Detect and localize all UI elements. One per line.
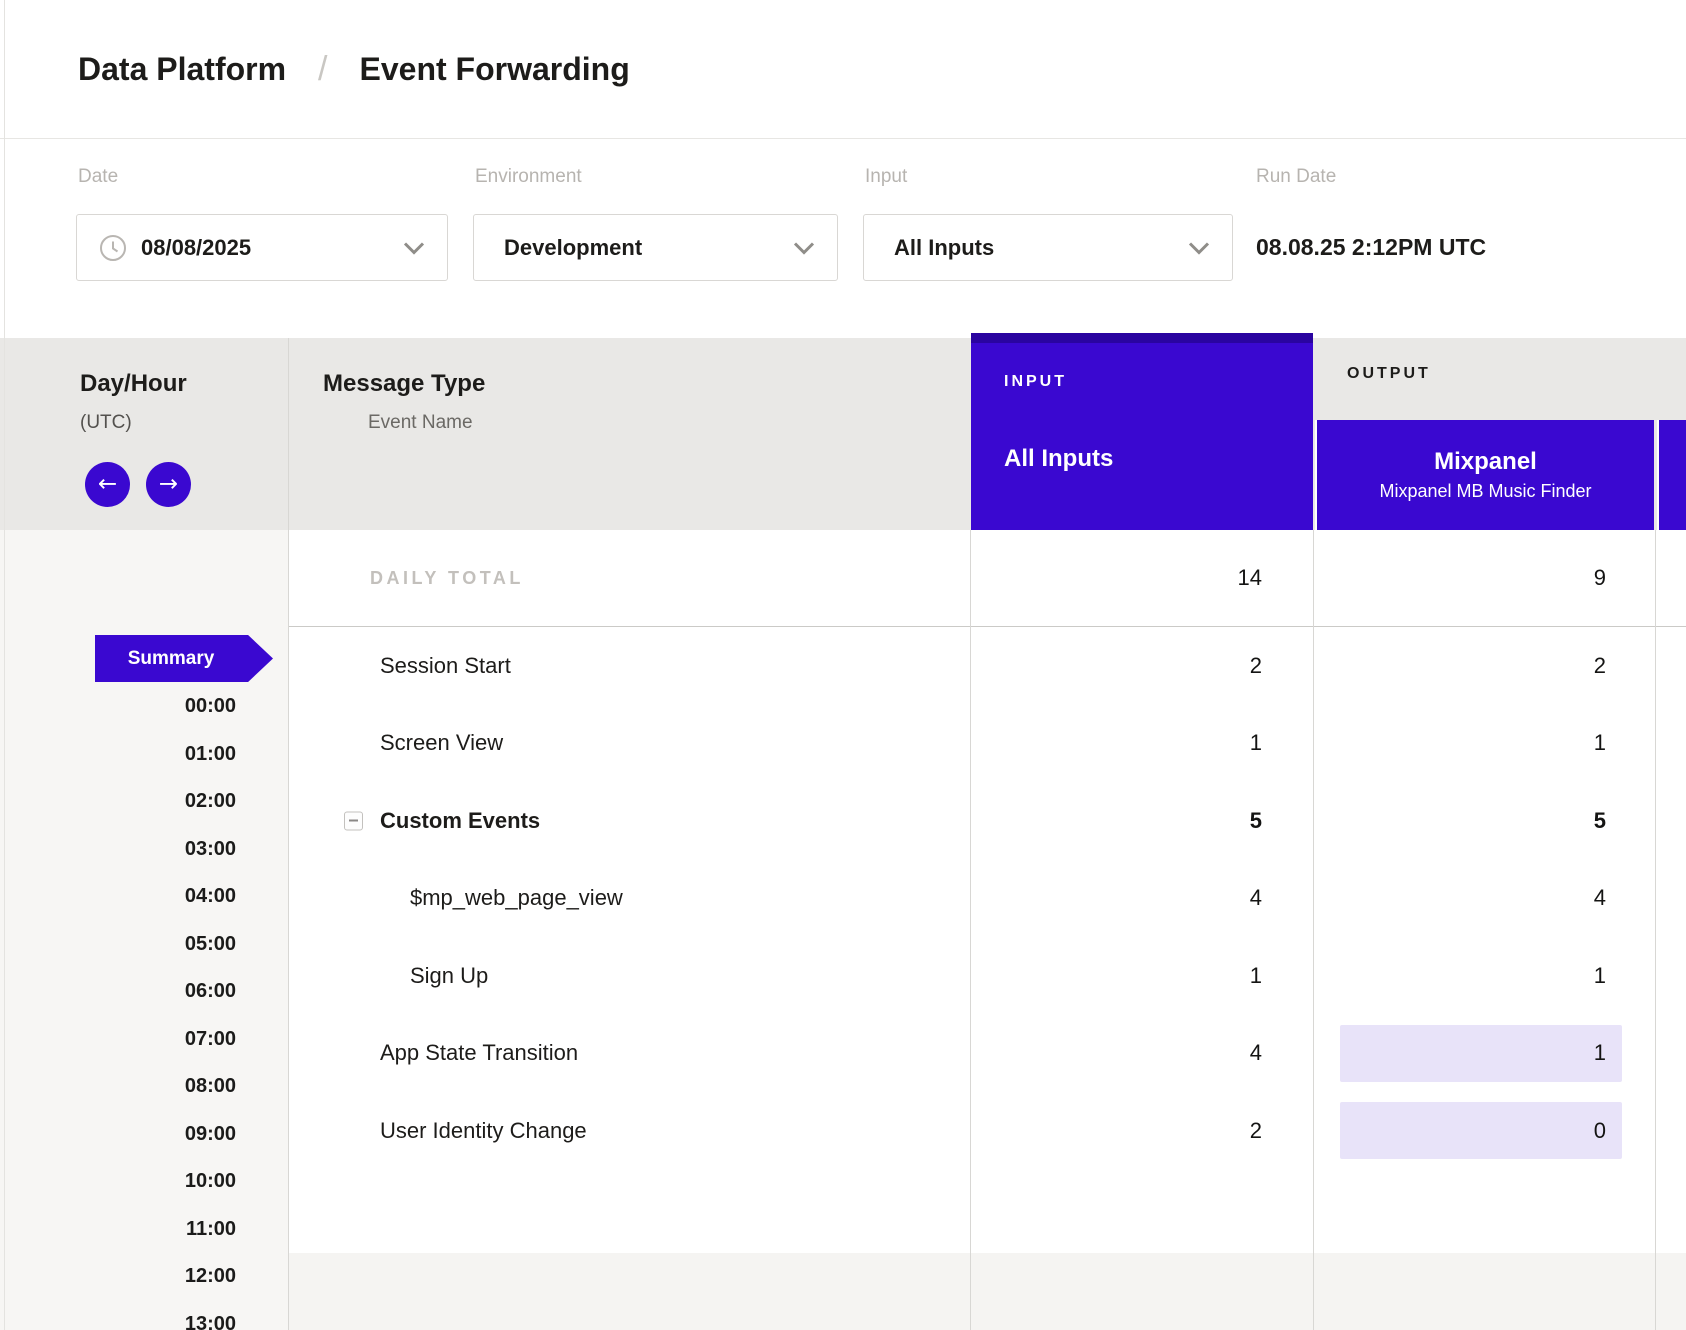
input-column-header[interactable]: INPUT All Inputs [971,333,1313,530]
daily-total-label: DAILY TOTAL [370,530,524,626]
arrow-right-icon: → [159,473,178,496]
row-output-value: 4 [1594,860,1606,938]
input-value: All Inputs [894,235,994,261]
hour-item-0600[interactable]: 06:00 [0,968,236,1016]
chevron-down-icon [1188,241,1210,254]
input-column-name: All Inputs [1004,445,1113,473]
input-column-accent-strip [971,333,1313,343]
row-output-value: 5 [1594,782,1606,860]
day-hour-subtitle: (UTC) [80,412,132,434]
row-input-value: 2 [1250,627,1262,705]
hour-item-0000[interactable]: 00:00 [0,683,236,731]
hour-item-1300[interactable]: 13:00 [0,1301,236,1330]
day-hour-header: Day/Hour [80,370,187,398]
table-footer-band [288,1253,1686,1330]
output-column-partial [1657,420,1686,530]
output-column-header[interactable]: Mixpanel Mixpanel MB Music Finder [1315,420,1654,530]
run-date-value: 08.08.25 2:12PM UTC [1256,214,1486,281]
date-dropdown[interactable]: 08/08/2025 [76,214,448,281]
row-input-value: 2 [1250,1092,1262,1170]
table-row[interactable]: Session Start 2 2 [288,627,1686,705]
window-edge [4,0,5,1330]
hour-item-0100[interactable]: 01:00 [0,731,236,779]
page-title: Event Forwarding [360,51,630,88]
row-output-value: 0 [1594,1092,1606,1170]
table-row[interactable]: Sign Up 1 1 [288,937,1686,1015]
input-filter-label: Input [865,166,907,188]
row-label: Session Start [380,627,511,705]
table-row[interactable]: $mp_web_page_view 4 4 [288,860,1686,938]
environment-dropdown[interactable]: Development [473,214,838,281]
summary-badge-label: Summary [128,648,215,670]
date-value: 08/08/2025 [141,235,251,261]
column-divider [970,530,971,1330]
row-input-value: 4 [1250,1015,1262,1093]
breadcrumb: Data Platform / Event Forwarding [78,0,630,138]
hour-item-0700[interactable]: 07:00 [0,1016,236,1064]
filter-bar: Date Environment Input Run Date 08/08/20… [0,139,1686,338]
row-output-value: 1 [1594,705,1606,783]
hour-item-1100[interactable]: 11:00 [0,1206,236,1254]
output-highlight [1340,1102,1622,1159]
environment-filter-label: Environment [475,166,582,188]
hour-item-0800[interactable]: 08:00 [0,1063,236,1111]
row-input-value: 1 [1250,705,1262,783]
row-output-value: 1 [1594,937,1606,1015]
hour-item-0400[interactable]: 04:00 [0,873,236,921]
table-row[interactable]: Screen View 1 1 [288,705,1686,783]
run-date-label: Run Date [1256,166,1336,188]
breadcrumb-separator: / [318,50,327,89]
breadcrumb-section[interactable]: Data Platform [78,51,286,88]
hour-item-1000[interactable]: 10:00 [0,1158,236,1206]
event-name-subtitle: Event Name [368,412,473,434]
chevron-down-icon [403,241,425,254]
environment-value: Development [504,235,642,261]
row-input-value: 1 [1250,937,1262,1015]
summary-badge[interactable]: Summary [95,635,273,682]
row-label: App State Transition [380,1015,578,1093]
hour-item-0200[interactable]: 02:00 [0,778,236,826]
table-row[interactable]: User Identity Change 2 0 [288,1092,1686,1170]
clock-icon [99,234,127,262]
next-day-button[interactable]: → [146,462,191,507]
row-output-value: 2 [1594,627,1606,705]
daily-total-output-value: 9 [1594,530,1606,626]
table-row[interactable]: App State Transition 4 1 [288,1015,1686,1093]
hour-item-1200[interactable]: 12:00 [0,1253,236,1301]
event-forwarding-screen: Data Platform / Event Forwarding Date En… [0,0,1686,1330]
daily-total-input-value: 14 [1238,530,1262,626]
hour-item-0500[interactable]: 05:00 [0,921,236,969]
column-divider [1313,530,1314,1330]
arrow-left-icon: ← [98,473,117,496]
table-row[interactable]: Custom Events 5 5 [288,782,1686,860]
hour-item-0900[interactable]: 09:00 [0,1111,236,1159]
row-input-value: 4 [1250,860,1262,938]
breadcrumb-bar: Data Platform / Event Forwarding [0,0,1686,139]
column-divider [1655,530,1656,1330]
prev-day-button[interactable]: ← [85,462,130,507]
row-label: Custom Events [380,782,540,860]
output-column-name: Mixpanel [1434,448,1537,477]
row-label: Screen View [380,705,503,783]
column-divider [288,338,289,1330]
minus-box-icon[interactable] [344,811,363,830]
row-output-value: 1 [1594,1015,1606,1093]
output-section-label: OUTPUT [1347,365,1431,383]
date-filter-label: Date [78,166,118,188]
daily-total-row: DAILY TOTAL 14 9 [288,530,1686,627]
hour-item-0300[interactable]: 03:00 [0,826,236,874]
input-section-label: INPUT [1004,373,1067,391]
output-column-subtitle: Mixpanel MB Music Finder [1379,481,1591,502]
row-label: Sign Up [410,937,488,1015]
input-dropdown[interactable]: All Inputs [863,214,1233,281]
row-label: $mp_web_page_view [410,860,623,938]
hour-list: 00:0001:0002:0003:0004:0005:0006:0007:00… [0,683,236,1330]
chevron-down-icon [793,241,815,254]
message-rows: Session Start22Screen View11Custom Event… [288,627,1686,1170]
output-highlight [1340,1025,1622,1082]
row-label: User Identity Change [380,1092,587,1170]
message-type-header: Message Type [323,370,485,398]
row-input-value: 5 [1250,782,1262,860]
